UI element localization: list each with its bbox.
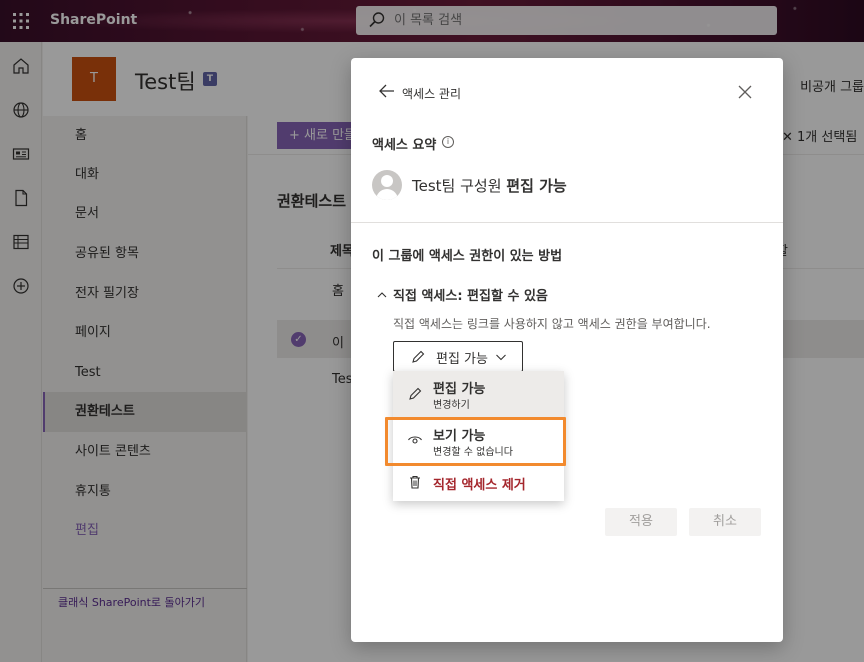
avatar	[372, 170, 402, 200]
summary-group: Test팀 구성원	[412, 177, 502, 195]
pencil-icon	[412, 350, 425, 363]
permission-dropdown-label: 편집 가능	[436, 352, 488, 367]
summary-permission: 편집 가능	[506, 177, 567, 195]
back-arrow-icon[interactable]	[378, 82, 396, 100]
menu-item-title: 직접 액세스 제거	[433, 478, 526, 493]
chevron-up-icon[interactable]	[377, 290, 387, 300]
menu-item-subtitle: 변경하기	[433, 400, 470, 411]
cancel-button[interactable]: 취소	[689, 508, 761, 536]
info-icon[interactable]: i	[442, 136, 454, 148]
menu-item-can-edit[interactable]: 편집 가능 변경하기	[393, 371, 564, 417]
menu-item-title: 편집 가능	[433, 382, 486, 397]
access-summary-title: 액세스 요약	[372, 138, 437, 153]
pencil-icon	[409, 387, 422, 400]
panel-back-label[interactable]: 액세스 관리	[402, 85, 461, 102]
highlight-box	[385, 417, 566, 466]
direct-access-title[interactable]: 직접 액세스: 편집할 수 있음	[393, 285, 548, 304]
manage-access-panel: 액세스 관리 액세스 요약 i Test팀 구성원 편집 가능 이 그룹에 액세…	[351, 58, 783, 642]
permission-dropdown[interactable]: 편집 가능	[393, 341, 523, 372]
apply-button[interactable]: 적용	[605, 508, 677, 536]
menu-item-remove-access[interactable]: 직접 액세스 제거	[393, 467, 564, 499]
how-access-title: 이 그룹에 액세스 권한이 있는 방법	[372, 249, 563, 264]
panel-divider	[351, 222, 783, 223]
direct-access-description: 직접 액세스는 링크를 사용하지 않고 액세스 권한을 부여합니다.	[393, 317, 711, 331]
chevron-down-icon	[496, 354, 506, 361]
close-icon[interactable]	[736, 83, 754, 101]
trash-icon	[410, 475, 420, 489]
access-summary-text: Test팀 구성원 편집 가능	[412, 175, 567, 196]
